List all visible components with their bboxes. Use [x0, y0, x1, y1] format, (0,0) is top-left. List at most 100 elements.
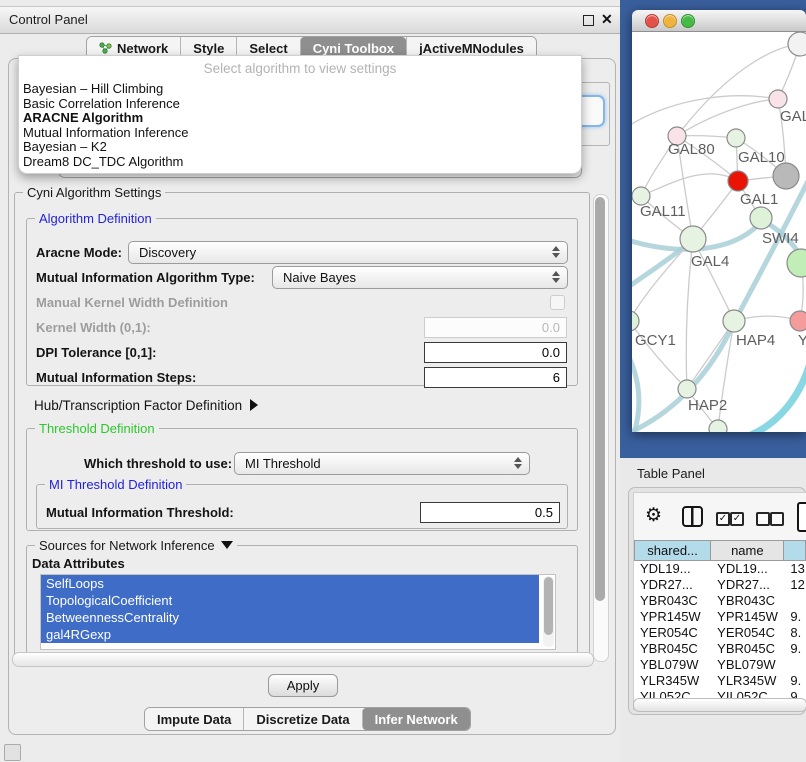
settings-horizontal-scrollbar[interactable]	[12, 652, 594, 667]
collapsed-panel-icon[interactable]	[4, 744, 21, 761]
table-row[interactable]: YDR27...YDR27...12	[634, 577, 806, 593]
network-node-y[interactable]	[790, 311, 806, 331]
aracne-mode-label: Aracne Mode:	[36, 245, 122, 260]
table-header: shared...name	[634, 540, 806, 561]
checked-box-icon[interactable]: ✓	[716, 512, 730, 526]
table-row[interactable]: YBL079WYBL079W	[634, 657, 806, 673]
mi-type-combo[interactable]: Naive Bayes	[272, 266, 568, 289]
attribute-item-selfloops[interactable]: SelfLoops	[41, 575, 539, 592]
attribute-item-gal4rgexp[interactable]: gal4RGexp	[41, 626, 539, 643]
mi-type-label: Mutual Information Algorithm Type:	[36, 270, 255, 285]
tab-label: Impute Data	[157, 712, 231, 727]
tab-impute-data[interactable]: Impute Data	[145, 708, 243, 730]
table-cell: 13	[784, 561, 806, 577]
table-row[interactable]: YDL19...YDL19...13	[634, 561, 806, 577]
network-node[interactable]	[773, 163, 799, 189]
split-columns-icon[interactable]	[682, 506, 703, 527]
tab-infer-network[interactable]: Infer Network	[362, 708, 470, 730]
mi-type-value: Naive Bayes	[283, 270, 356, 285]
tab-label: Network	[117, 41, 168, 56]
kernel-width-label: Kernel Width (0,1):	[36, 320, 151, 335]
apply-button[interactable]: Apply	[268, 674, 338, 697]
node-label-y: Y	[798, 332, 806, 349]
unchecked-box-icon[interactable]	[770, 512, 784, 526]
attribute-item-betweennesscentrality[interactable]: BetweennessCentrality	[41, 609, 539, 626]
table-cell: YER054C	[634, 625, 711, 641]
dropdown-item-dream8-dc-tdc-algorithm[interactable]: Dream8 DC_TDC Algorithm	[19, 155, 581, 170]
tab-label: Select	[249, 41, 287, 56]
table-cell: 12	[784, 577, 806, 593]
network-node[interactable]	[787, 249, 806, 277]
dropdown-item-bayesian-k2[interactable]: Bayesian – K2	[19, 140, 581, 155]
close-traffic-light-icon[interactable]	[645, 14, 659, 28]
file-icon[interactable]	[797, 502, 806, 532]
table-row[interactable]: YBR043CYBR043C	[634, 593, 806, 609]
table-cell: YER054C	[711, 625, 784, 641]
stepper-arrows-icon	[514, 457, 522, 469]
table-cell: YPR145W	[711, 609, 784, 625]
zoom-traffic-light-icon[interactable]	[681, 14, 695, 28]
table-row[interactable]: YBR045CYBR045C9.	[634, 641, 806, 657]
table-cell: YLR345W	[634, 673, 711, 689]
dropdown-item-mutual-information-inference[interactable]: Mutual Information Inference	[19, 126, 581, 141]
attribute-item-topologicalcoefficient[interactable]: TopologicalCoefficient	[41, 592, 539, 609]
node-label-gal: GAL	[780, 108, 806, 125]
list-scrollbar[interactable]	[543, 576, 554, 647]
network-node-gal1[interactable]	[728, 171, 748, 191]
minimize-traffic-light-icon[interactable]	[663, 14, 677, 28]
unchecked-box-icon[interactable]	[756, 512, 770, 526]
dropdown-item-aracne-algorithm[interactable]: ARACNE Algorithm	[19, 111, 581, 126]
tab-discretize-data[interactable]: Discretize Data	[243, 708, 361, 730]
sources-title: Sources for Network Inference	[39, 538, 215, 553]
network-node-gal10[interactable]	[727, 129, 745, 147]
kernel-width-field[interactable]	[424, 317, 567, 338]
network-node-gcy1[interactable]	[632, 311, 639, 331]
network-node[interactable]	[788, 32, 806, 56]
gear-icon[interactable]: ⚙	[645, 504, 662, 527]
hub-definition-expander[interactable]: Hub/Transcription Factor Definition	[34, 398, 258, 413]
dropdown-item-bayesian-hill-climbing[interactable]: Bayesian – Hill Climbing	[19, 82, 581, 97]
mi-steps-field[interactable]	[424, 367, 567, 388]
checked-box-icon[interactable]: ✓	[730, 512, 744, 526]
table-row[interactable]: YER054CYER054C8.	[634, 625, 806, 641]
network-node-gal[interactable]	[769, 90, 787, 108]
tab-label: Discretize Data	[256, 712, 349, 727]
settings-vertical-scrollbar[interactable]	[593, 194, 609, 662]
data-attributes-list[interactable]: SelfLoopsTopologicalCoefficientBetweenne…	[40, 574, 556, 650]
table-horizontal-scrollbar[interactable]	[633, 698, 806, 712]
dropdown-item-basic-correlation-inference[interactable]: Basic Correlation Inference	[19, 97, 581, 112]
tab-label: Style	[193, 41, 224, 56]
which-threshold-combo[interactable]: MI Threshold	[234, 452, 530, 475]
column-header-shared[interactable]: shared...	[634, 540, 711, 561]
table-row[interactable]: YLR345WYLR345W9.	[634, 673, 806, 689]
group-title: Threshold Definition	[35, 421, 159, 436]
network-edge	[632, 243, 690, 291]
manual-kernel-checkbox[interactable]	[550, 295, 565, 310]
close-icon[interactable]: ✕	[601, 11, 613, 28]
network-node[interactable]	[709, 420, 727, 432]
network-window-titlebar[interactable]	[632, 10, 806, 32]
tab-label: Cyni Toolbox	[313, 41, 394, 56]
column-header-2[interactable]	[784, 540, 806, 561]
network-node-swi4[interactable]	[750, 207, 772, 229]
dpi-tolerance-field[interactable]	[424, 342, 567, 363]
network-canvas[interactable]: GALGAL80GAL10GAL1GAL11SWI4GAL4GCY1HAP4YH…	[632, 32, 806, 432]
node-label-gcy1: GCY1	[635, 332, 676, 349]
float-window-icon[interactable]	[583, 15, 594, 26]
hub-definition-label: Hub/Transcription Factor Definition	[34, 398, 242, 413]
mi-threshold-field[interactable]	[420, 502, 560, 523]
table-cell: YBL079W	[634, 657, 711, 673]
group-title: Sources for Network Inference	[35, 538, 237, 553]
network-icon	[99, 42, 112, 54]
network-node-hap4[interactable]	[723, 310, 745, 332]
table-cell: YLR345W	[711, 673, 784, 689]
column-header-name[interactable]: name	[711, 540, 784, 561]
node-label-gal80: GAL80	[668, 141, 715, 158]
network-node-gal4[interactable]	[680, 226, 706, 252]
collapse-arrow-icon[interactable]	[221, 541, 233, 549]
network-node-hap2[interactable]	[678, 380, 696, 398]
table-row[interactable]: YPR145WYPR145W9.	[634, 609, 806, 625]
aracne-mode-combo[interactable]: Discovery	[128, 241, 568, 264]
node-label-gal4: GAL4	[691, 253, 729, 270]
node-label-gal1: GAL1	[740, 191, 778, 208]
